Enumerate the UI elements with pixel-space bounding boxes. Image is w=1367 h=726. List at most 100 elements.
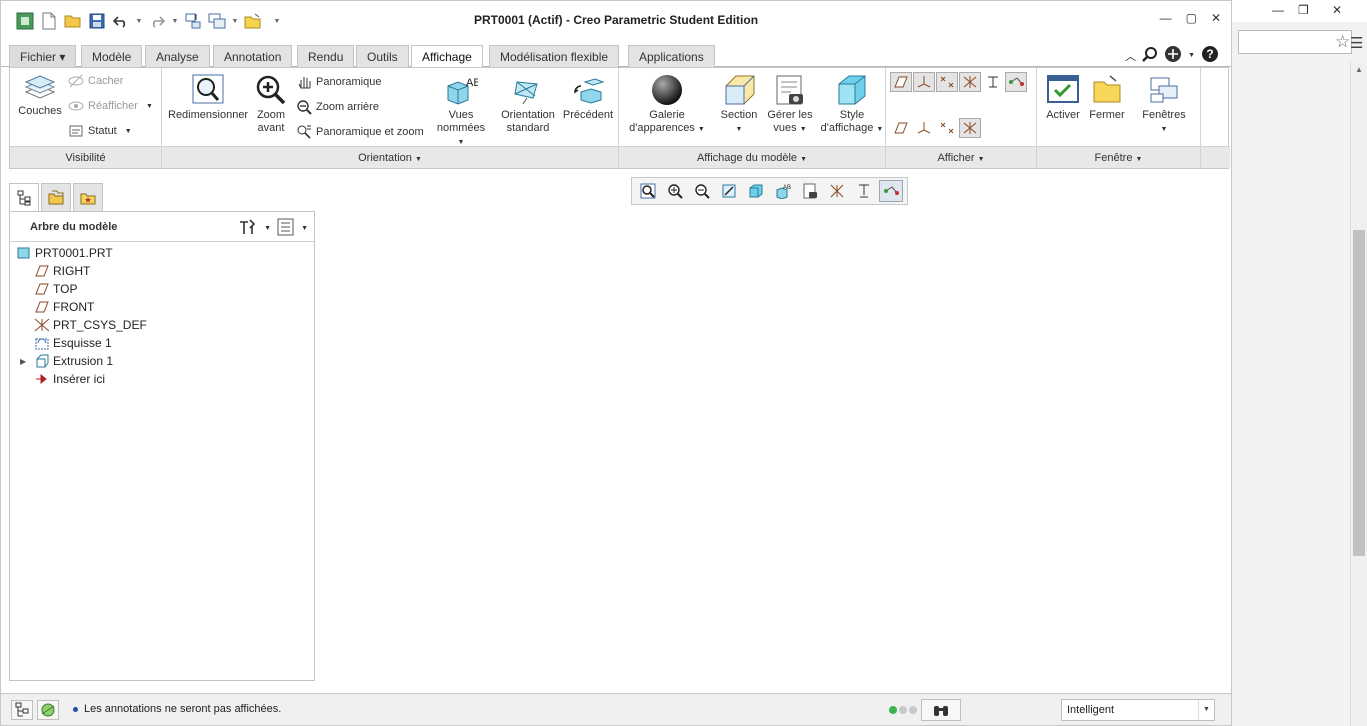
- tree-item-csys[interactable]: PRT_CSYS_DEF: [10, 316, 314, 334]
- browser-address-bar[interactable]: ☆: [1238, 30, 1352, 54]
- model-tree-tab[interactable]: [9, 183, 39, 212]
- repaint-icon[interactable]: [717, 180, 741, 202]
- tree-item-top[interactable]: TOP: [10, 280, 314, 298]
- selection-filter-select[interactable]: Intelligent ▼: [1061, 699, 1215, 721]
- undo-icon[interactable]: [111, 11, 131, 31]
- find-button[interactable]: [921, 699, 961, 721]
- community-icon[interactable]: [1164, 45, 1182, 66]
- tab-modele[interactable]: Modèle: [81, 45, 143, 67]
- zoom-in-icon[interactable]: [663, 180, 687, 202]
- close-window-icon[interactable]: [243, 11, 263, 31]
- tab-applications[interactable]: Applications: [628, 45, 715, 67]
- tab-rendu[interactable]: Rendu: [297, 45, 355, 67]
- undo-dropdown-icon[interactable]: ▼: [135, 18, 143, 25]
- orientation-standard-button[interactable]: Orientation standard: [498, 74, 558, 135]
- tree-show-dropdown-icon[interactable]: ▼: [301, 225, 308, 232]
- tab-annotation[interactable]: Annotation: [213, 45, 293, 67]
- csys-display-icon[interactable]: [825, 180, 849, 202]
- windows-dropdown-icon[interactable]: ▼: [231, 18, 239, 25]
- windows-icon[interactable]: [207, 11, 227, 31]
- tree-item-front[interactable]: FRONT: [10, 298, 314, 316]
- regenerate-icon[interactable]: [183, 11, 203, 31]
- saved-orientations-icon[interactable]: AB: [771, 180, 795, 202]
- plane-display-icon[interactable]: [890, 72, 912, 92]
- point-display-icon[interactable]: [936, 72, 958, 92]
- favorites-tab[interactable]: [73, 183, 103, 211]
- fenetres-button[interactable]: Fenêtres ▼: [1137, 74, 1191, 136]
- zoom-arriere-button[interactable]: Zoom arrière: [296, 99, 379, 115]
- annotation-display-icon[interactable]: [982, 72, 1004, 92]
- graphics-area[interactable]: [317, 171, 1231, 691]
- tab-outils[interactable]: Outils: [356, 45, 409, 67]
- menu-icon[interactable]: ☰: [1350, 34, 1363, 52]
- view-manager-icon[interactable]: [798, 180, 822, 202]
- maximize-button[interactable]: ▢: [1186, 11, 1197, 25]
- zoom-avant-button[interactable]: Zoom avant: [250, 74, 292, 135]
- browser-close-button[interactable]: ✕: [1332, 3, 1342, 17]
- group-label-afficher[interactable]: Afficher ▼: [886, 146, 1036, 168]
- scroll-up-icon[interactable]: ▲: [1355, 65, 1363, 74]
- style-affichage-button[interactable]: Style d'affichage ▼: [819, 74, 885, 136]
- close-button[interactable]: ✕: [1211, 11, 1221, 25]
- panoramique-zoom-button[interactable]: Panoramique et zoom: [296, 124, 424, 140]
- chevron-down-icon[interactable]: ▼: [1198, 700, 1214, 720]
- tree-item-extrude[interactable]: ▶ Extrusion 1: [10, 352, 314, 370]
- activer-button[interactable]: Activer: [1041, 74, 1085, 122]
- tree-item-part[interactable]: PRT0001.PRT: [10, 244, 314, 262]
- collapse-ribbon-icon[interactable]: ︿: [1125, 48, 1136, 64]
- reafficher-button[interactable]: Réafficher ▼: [68, 99, 153, 113]
- axis-display-icon[interactable]: [913, 72, 935, 92]
- browser-scrollbar[interactable]: ▲: [1350, 62, 1367, 726]
- gerer-vues-button[interactable]: Gérer les vues ▼: [765, 74, 815, 136]
- vues-nommees-button[interactable]: AB Vues nommées ▼: [434, 74, 488, 149]
- plane-tag-icon[interactable]: [890, 118, 912, 138]
- search-icon[interactable]: [1142, 46, 1158, 65]
- refit-icon[interactable]: [636, 180, 660, 202]
- star-icon[interactable]: ☆: [1335, 32, 1350, 52]
- app-logo-icon[interactable]: [15, 11, 35, 31]
- tree-settings-dropdown-icon[interactable]: ▼: [264, 225, 271, 232]
- tree-item-insert-here[interactable]: Insérer ici: [10, 370, 314, 388]
- open-file-icon[interactable]: [63, 11, 83, 31]
- couches-button[interactable]: Couches: [14, 74, 66, 118]
- group-label-fenetre[interactable]: Fenêtre ▼: [1037, 146, 1200, 168]
- folder-browser-tab[interactable]: [41, 183, 71, 211]
- help-icon[interactable]: ?: [1201, 45, 1219, 66]
- point-tag-icon[interactable]: [936, 118, 958, 138]
- customize-toolbar-dropdown-icon[interactable]: ▼: [273, 18, 281, 25]
- tab-modelisation-flexible[interactable]: Modélisation flexible: [489, 45, 620, 67]
- section-button[interactable]: Section ▼: [717, 74, 761, 136]
- tab-analyse[interactable]: Analyse: [145, 45, 210, 67]
- browser-restore-button[interactable]: ❐: [1298, 3, 1309, 17]
- redo-dropdown-icon[interactable]: ▼: [171, 18, 179, 25]
- fermer-button[interactable]: Fermer: [1085, 74, 1129, 122]
- csys-display-icon[interactable]: [959, 72, 981, 92]
- new-file-icon[interactable]: [39, 11, 59, 31]
- group-label-orientation[interactable]: Orientation ▼: [162, 146, 618, 168]
- display-style-icon[interactable]: [744, 180, 768, 202]
- spin-center-icon[interactable]: [879, 180, 903, 202]
- save-icon[interactable]: [87, 11, 107, 31]
- precedent-button[interactable]: Précédent: [562, 74, 614, 122]
- browser-toggle-icon[interactable]: [37, 700, 59, 720]
- group-label-affichage-modele[interactable]: Affichage du modèle ▼: [619, 146, 885, 168]
- tree-settings-icon[interactable]: [238, 218, 258, 239]
- community-dropdown-icon[interactable]: ▼: [1188, 52, 1195, 59]
- cacher-button[interactable]: Cacher: [68, 74, 123, 88]
- redimensionner-button[interactable]: Redimensionner: [168, 74, 248, 122]
- statut-button[interactable]: Statut ▼: [68, 124, 132, 138]
- navigator-toggle-icon[interactable]: [11, 700, 33, 720]
- browser-minimize-button[interactable]: —: [1272, 3, 1284, 17]
- minimize-button[interactable]: —: [1160, 11, 1172, 25]
- browser-scroll-thumb[interactable]: [1353, 230, 1365, 556]
- tree-show-icon[interactable]: [277, 218, 295, 239]
- tag-display-icon[interactable]: [1005, 72, 1027, 92]
- tab-affichage[interactable]: Affichage: [411, 45, 483, 68]
- annotation-display-icon[interactable]: [852, 180, 876, 202]
- tree-item-sketch[interactable]: Esquisse 1: [10, 334, 314, 352]
- expand-arrow-icon[interactable]: ▶: [20, 357, 26, 366]
- tab-fichier[interactable]: Fichier ▾: [9, 45, 77, 67]
- galerie-apparences-button[interactable]: Galerie d'apparences ▼: [625, 74, 709, 136]
- tree-item-right[interactable]: RIGHT: [10, 262, 314, 280]
- panoramique-button[interactable]: Panoramique: [296, 74, 381, 90]
